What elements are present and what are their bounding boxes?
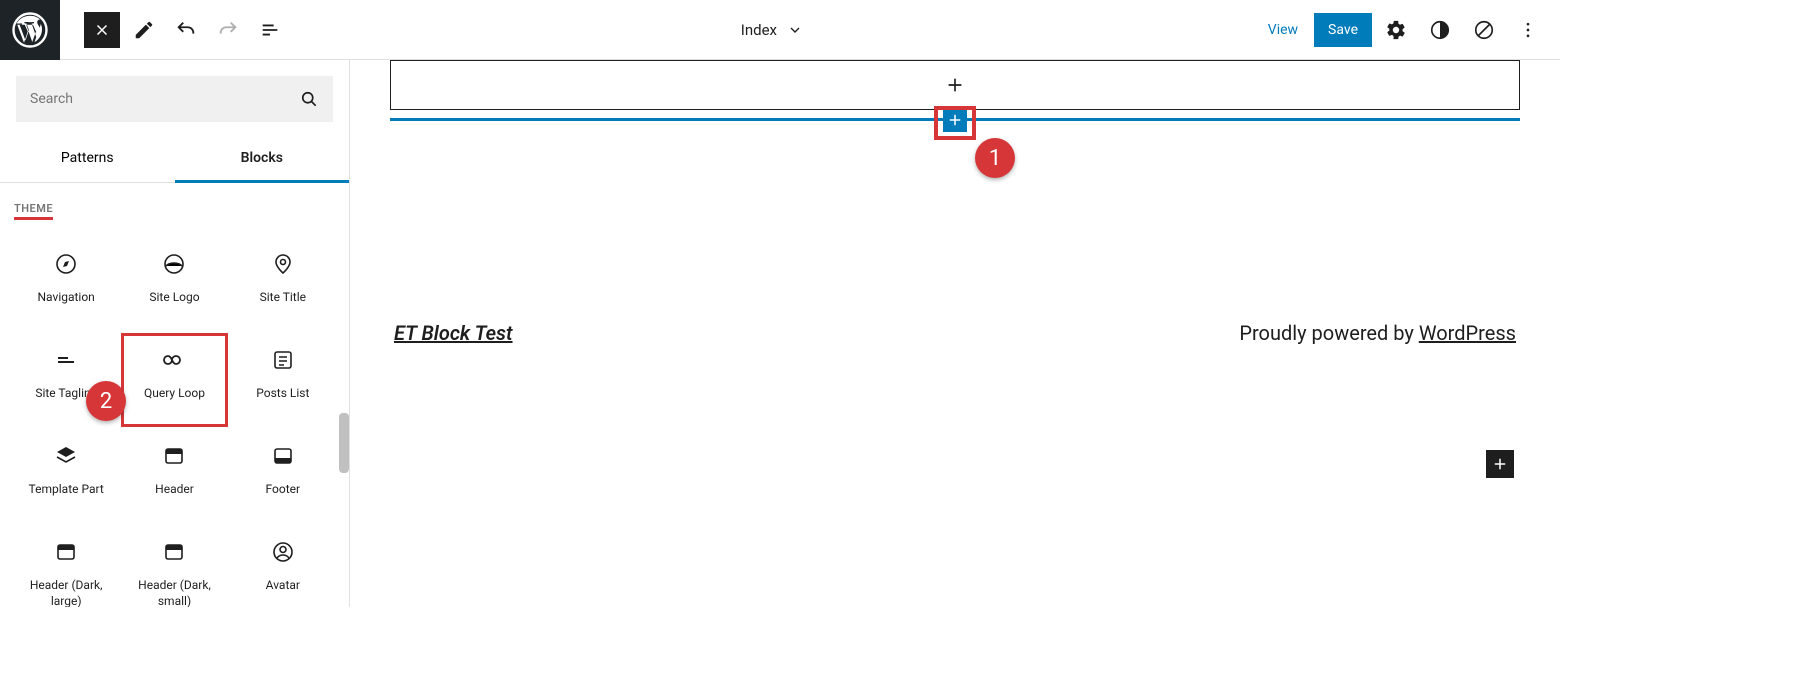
plus-icon [1491, 455, 1509, 473]
block-header-dark-large[interactable]: Header (Dark, large) [14, 526, 118, 607]
close-inserter-button[interactable] [84, 12, 120, 48]
loop-icon [162, 348, 186, 372]
top-toolbar: Index View Save [0, 0, 1560, 60]
section-title-theme: THEME [14, 198, 53, 220]
block-header-dark-small[interactable]: Header (Dark, small) [122, 526, 226, 607]
empty-block-appender[interactable] [390, 60, 1520, 110]
floating-add-block-button[interactable] [1486, 450, 1514, 478]
top-right-tools: View Save [1256, 10, 1560, 50]
block-site-logo[interactable]: Site Logo [122, 238, 226, 330]
scrollbar[interactable] [339, 413, 349, 473]
powered-by-text: Proudly powered by WordPress [1239, 321, 1516, 345]
inline-inserter-button[interactable] [943, 108, 967, 132]
block-insertion-line [390, 118, 1520, 121]
undo-icon [175, 19, 197, 41]
block-site-title[interactable]: Site Title [231, 238, 335, 330]
annotation-badge-1: 1 [975, 138, 1015, 178]
plus-icon [946, 111, 964, 129]
header-icon [162, 444, 186, 468]
list-view-icon [259, 19, 281, 41]
document-title[interactable]: Index [288, 21, 1256, 39]
view-link[interactable]: View [1256, 14, 1310, 46]
site-footer-row: ET Block Test Proudly powered by WordPre… [390, 321, 1520, 345]
posts-list-icon [271, 348, 295, 372]
pencil-icon [133, 19, 155, 41]
block-template-part[interactable]: Template Part [14, 430, 118, 522]
wordpress-link[interactable]: WordPress [1419, 321, 1516, 345]
avatar-icon [271, 540, 295, 564]
save-button[interactable]: Save [1314, 13, 1372, 47]
settings-button[interactable] [1376, 10, 1416, 50]
inserter-tabs: Patterns Blocks [0, 138, 349, 183]
editor-canvas: 1 ET Block Test Proudly powered by WordP… [350, 60, 1560, 607]
blocks-panel: THEME 2 Navigation Site Logo Site Title [0, 183, 349, 607]
tab-blocks[interactable]: Blocks [175, 138, 350, 183]
block-query-loop[interactable]: Query Loop [122, 334, 226, 426]
block-navigation[interactable]: Navigation [14, 238, 118, 330]
footer-icon [271, 444, 295, 468]
redo-button[interactable] [210, 12, 246, 48]
styles-button[interactable] [1420, 10, 1460, 50]
tab-patterns[interactable]: Patterns [0, 138, 175, 182]
tagline-icon [54, 348, 78, 372]
site-logo-icon [162, 252, 186, 276]
block-header[interactable]: Header [122, 430, 226, 522]
search-input[interactable] [30, 91, 299, 107]
chevron-down-icon [787, 22, 803, 38]
block-posts-list[interactable]: Posts List [231, 334, 335, 426]
half-circle-icon [1429, 19, 1451, 41]
map-pin-icon [271, 252, 295, 276]
block-footer[interactable]: Footer [231, 430, 335, 522]
document-overview-button[interactable] [252, 12, 288, 48]
wordpress-logo[interactable] [0, 0, 60, 60]
circle-slash-icon [1473, 19, 1495, 41]
redo-icon [217, 19, 239, 41]
annotation-badge-2: 2 [86, 381, 126, 421]
more-options-button[interactable] [1508, 10, 1548, 50]
inserter-sidebar: Patterns Blocks THEME 2 Navigation Site … [0, 60, 350, 607]
search-icon [299, 89, 319, 109]
tools-button[interactable] [126, 12, 162, 48]
site-title-link[interactable]: ET Block Test [394, 321, 513, 345]
compass-icon [54, 252, 78, 276]
wordpress-icon [12, 12, 48, 48]
kebab-icon [1518, 20, 1538, 40]
undo-button[interactable] [168, 12, 204, 48]
view-options-button[interactable] [1464, 10, 1504, 50]
block-search[interactable] [16, 76, 333, 122]
template-part-icon [54, 444, 78, 468]
close-icon [93, 21, 111, 39]
block-avatar[interactable]: Avatar [231, 526, 335, 607]
header-icon [54, 540, 78, 564]
header-icon [162, 540, 186, 564]
gear-icon [1385, 19, 1407, 41]
plus-icon [944, 74, 966, 96]
document-title-text: Index [741, 21, 777, 39]
